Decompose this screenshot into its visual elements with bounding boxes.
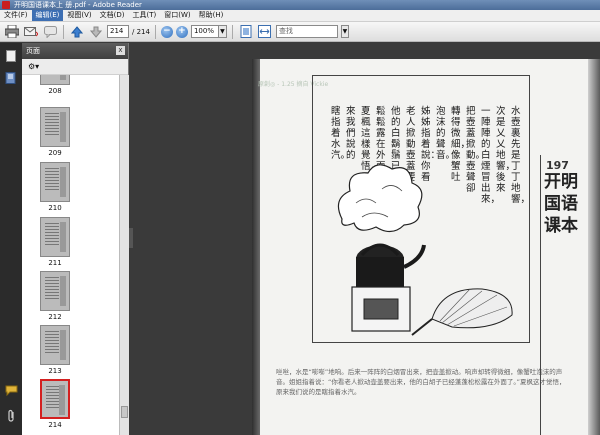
menu-tools[interactable]: 工具(T) (129, 10, 161, 21)
panel-title: 页面 (26, 47, 40, 55)
thumbnail-image[interactable] (40, 162, 70, 202)
email-button[interactable] (23, 24, 39, 40)
chevron-down-icon[interactable]: ▼ (340, 25, 349, 38)
menu-bar: 文件(F) 编辑(E) 视图(V) 文档(D) 工具(T) 窗口(W) 帮助(H… (0, 10, 600, 22)
zoom-in-icon[interactable]: + (175, 25, 188, 38)
zoom-out-icon[interactable]: − (160, 25, 173, 38)
title-bar: 开明国语课本上 册.pdf - Adobe Reader (0, 0, 600, 10)
menu-edit[interactable]: 编辑(E) (31, 10, 64, 21)
column-divider (540, 155, 541, 435)
menu-window[interactable]: 窗口(W) (160, 10, 194, 21)
menu-help[interactable]: 帮助(H) (195, 10, 228, 21)
search-input[interactable]: 查找 (275, 25, 338, 38)
fit-page-icon (240, 25, 252, 38)
thumbnail-list: 208 209 210 211 212 213 214 (22, 75, 119, 435)
adobe-reader-icon (2, 1, 10, 9)
toolbar-separator (154, 24, 156, 39)
thumbnail-209[interactable]: 209 (40, 107, 70, 157)
book-title: 开明国语课本 (544, 172, 578, 236)
comments-icon[interactable] (4, 383, 18, 397)
printer-icon (5, 25, 19, 38)
next-page-button[interactable] (88, 24, 104, 40)
arrow-up-icon (71, 25, 83, 37)
thumbnail-214[interactable]: 214 (40, 379, 70, 429)
toolbar-separator (63, 24, 64, 39)
menu-view[interactable]: 视图(V) (63, 10, 95, 21)
thumbnail-label: 214 (48, 421, 62, 429)
chevron-down-icon[interactable]: ▼ (218, 25, 227, 38)
thumbnail-image[interactable] (40, 107, 70, 147)
thumbnail-label: 209 (48, 149, 62, 157)
navigation-strip (0, 43, 22, 435)
thumbnail-211[interactable]: 211 (40, 217, 70, 267)
envelope-icon (24, 26, 38, 36)
comment-button[interactable] (42, 24, 58, 40)
pdf-page: 原創◎ - 1.25 摘自 Vickie 水壺裏先是丁丁地響， 次是乂乂地響，後… (252, 59, 600, 435)
thumbnail-scrollbar[interactable] (119, 75, 129, 435)
zoom-select[interactable]: 100% ▼ (190, 25, 227, 38)
page-total: / 214 (132, 27, 150, 36)
fit-page-button[interactable] (238, 24, 254, 40)
toolbar: 214 / 214 − + 100% ▼ 查找 ▼ (0, 22, 600, 42)
text-column: 瞎指着水汽。 (331, 106, 351, 161)
thumbnail-image[interactable] (40, 217, 70, 257)
panel-header: 页面 x (22, 43, 128, 59)
menu-file[interactable]: 文件(F) (0, 10, 32, 21)
thumbnail-213[interactable]: 213 (40, 325, 70, 375)
previous-page-button[interactable] (69, 24, 85, 40)
bookmarks-icon[interactable] (4, 71, 18, 85)
thumbnail-image[interactable] (40, 75, 70, 85)
thumbnail-212[interactable]: 212 (40, 271, 70, 321)
page-number-input[interactable]: 214 (107, 25, 129, 38)
page-caption: 咝咝，水是“嘭嘭”地响。后来一阵阵的白烟冒出来，把壶盖掀动。响声却转得微细，像蟹… (276, 368, 566, 396)
thumbnail-label: 210 (48, 204, 62, 212)
options-menu[interactable]: ⚙▾ (28, 62, 39, 71)
window-title: 开明国语课本上 册.pdf - Adobe Reader (14, 1, 142, 9)
panel-options[interactable]: ⚙▾ (22, 59, 128, 75)
thumbnail-image[interactable] (40, 325, 70, 365)
speech-bubble-icon (43, 25, 57, 38)
thumbnail-208[interactable]: 208 (40, 75, 70, 95)
thumbnail-label: 213 (48, 367, 62, 375)
pages-icon[interactable] (4, 49, 18, 63)
thumbnail-label: 211 (48, 259, 62, 267)
document-area[interactable]: 原創◎ - 1.25 摘自 Vickie 水壺裏先是丁丁地響， 次是乂乂地響，後… (129, 43, 600, 435)
pages-panel: 页面 x ⚙▾ 208 209 210 211 212 213 214 (22, 43, 129, 435)
search-options[interactable]: ▼ (340, 25, 349, 38)
toolbar-separator (231, 24, 233, 39)
print-button[interactable] (4, 24, 20, 40)
menu-document[interactable]: 文档(D) (96, 10, 129, 21)
page-scan-edge (588, 59, 600, 435)
panel-splitter[interactable] (129, 228, 133, 248)
thumbnail-image[interactable] (40, 271, 70, 311)
close-icon[interactable]: x (116, 46, 125, 55)
fit-width-button[interactable] (257, 24, 273, 40)
arrow-down-icon (90, 26, 102, 38)
fit-width-icon (258, 25, 272, 38)
kettle-illustration (337, 164, 513, 336)
thumbnail-label: 212 (48, 313, 62, 321)
page-scan-shadow (252, 59, 260, 435)
paperclip-icon[interactable] (4, 409, 18, 423)
thumbnail-210[interactable]: 210 (40, 162, 70, 212)
thumbnail-image[interactable] (40, 379, 70, 419)
thumbnail-label: 208 (48, 87, 62, 95)
scrollbar-thumb[interactable] (121, 406, 128, 418)
zoom-value[interactable]: 100% (190, 25, 219, 38)
